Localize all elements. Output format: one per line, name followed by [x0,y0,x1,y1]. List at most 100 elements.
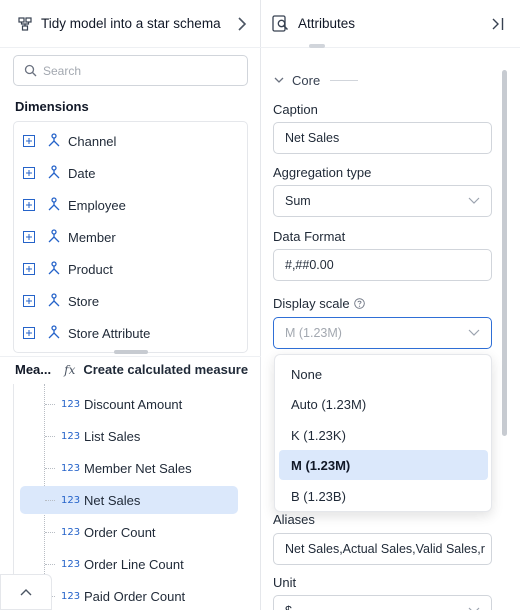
dimensions-label: Dimensions [15,99,89,114]
dimension-item-channel[interactable]: Channel [14,129,247,153]
dimension-hierarchy-icon [48,197,60,211]
expand-plus-icon[interactable] [23,135,35,147]
attributes-title: Attributes [298,16,356,31]
dimensions-list: Channel Date Employee Member Product Sto… [13,121,248,353]
aliases-label: Aliases [273,512,315,527]
measure-item[interactable]: 123 Paid Order Count [20,582,238,610]
dimension-hierarchy-icon [48,261,60,275]
expand-plus-icon[interactable] [23,231,35,243]
help-circle-icon[interactable] [353,298,365,309]
create-calculated-measure-button[interactable]: Create calculated measure [83,362,248,377]
caption-label: Caption [273,102,318,117]
expand-plus-icon[interactable] [23,167,35,179]
display-scale-select[interactable]: M (1.23M) [273,317,492,349]
dimension-item-product[interactable]: Product [14,257,247,281]
fx-icon[interactable]: fx [64,363,75,377]
chevron-down-icon [468,197,480,204]
dimension-hierarchy-icon [48,133,60,147]
numeric-type-badge: 123 [61,462,81,474]
numeric-type-badge: 123 [61,590,81,602]
chevron-up-icon [20,589,32,596]
dimension-label: Product [68,261,113,277]
dimension-hierarchy-icon [48,229,60,243]
measure-item[interactable]: 123 Order Line Count [20,550,238,578]
dimension-item-date[interactable]: Date [14,161,247,185]
search-box[interactable] [13,55,248,86]
dimension-label: Channel [68,133,117,149]
dimension-item-employee[interactable]: Employee [14,193,247,217]
dimension-label: Employee [68,197,126,213]
scroll-up-button[interactable] [0,574,52,610]
measure-item[interactable]: 123 Order Count [20,518,238,546]
dimension-hierarchy-icon [48,325,60,339]
display-scale-option-none[interactable]: None [279,359,488,389]
numeric-type-badge: 123 [61,398,81,410]
measure-label: Order Line Count [84,556,184,572]
aggregation-value: Sum [285,194,311,208]
display-scale-label-row: Display scale [273,296,365,311]
unit-label: Unit [273,575,297,590]
display-scale-option-k[interactable]: K (1.23K) [279,420,488,450]
search-icon [24,64,37,77]
display-scale-dropdown-menu: None Auto (1.23M) K (1.23K) M (1.23M) B … [274,354,492,512]
numeric-type-badge: 123 [61,526,81,538]
display-scale-label: Display scale [273,296,350,311]
display-scale-option-m[interactable]: M (1.23M) [279,450,488,480]
measure-label: Paid Order Count [84,588,186,604]
measure-label: Discount Amount [84,396,183,412]
model-header[interactable]: Tidy model into a star schema [0,0,261,48]
attributes-panel: Attributes Core Caption Net Sales Aggreg… [261,0,520,610]
measure-label: Member Net Sales [84,460,192,476]
measure-label: Order Count [84,524,156,540]
model-explorer-panel: Tidy model into a star schema Dimensions… [0,0,261,610]
dimension-label: Member [68,229,116,245]
measures-label: Mea... [15,362,52,377]
vertical-scrollbar[interactable] [502,70,507,436]
dimension-label: Store [68,293,100,309]
expand-plus-icon[interactable] [23,199,35,211]
measure-label: Net Sales [84,492,141,508]
dimension-label: Date [68,165,96,181]
aliases-value: Net Sales,Actual Sales,Valid Sales,r [285,542,485,556]
panel-resize-handle[interactable] [114,350,148,354]
attributes-icon [272,15,289,32]
unit-value: $ [285,604,292,610]
expand-plus-icon[interactable] [23,263,35,275]
expand-plus-icon[interactable] [23,327,35,339]
measure-item[interactable]: 123 List Sales [20,422,238,450]
data-format-label: Data Format [273,229,346,244]
measure-item[interactable]: 123 Member Net Sales [20,454,238,482]
measure-item[interactable]: 123 Discount Amount [20,390,238,418]
caption-value: Net Sales [285,131,340,145]
measure-label: List Sales [84,428,141,444]
chevron-down-icon [468,329,480,336]
collapse-panel-icon[interactable] [492,17,504,31]
chevron-down-icon [274,77,284,83]
expand-plus-icon[interactable] [23,295,35,307]
measure-item-selected[interactable]: 123 Net Sales [20,486,238,514]
aggregation-type-select[interactable]: Sum [273,185,492,217]
numeric-type-badge: 123 [61,558,81,570]
dimension-hierarchy-icon [48,293,60,307]
dimension-item-member[interactable]: Member [14,225,247,249]
unit-select[interactable]: $ [273,595,492,610]
core-section-label: Core [292,73,321,88]
display-scale-option-b[interactable]: B (1.23B) [279,481,488,511]
core-section-header[interactable]: Core [274,73,359,88]
caption-field[interactable]: Net Sales [273,122,492,154]
dimension-label: Store Attribute [68,325,151,341]
chevron-right-icon[interactable] [235,16,249,32]
dimension-item-store[interactable]: Store [14,289,247,313]
model-icon [18,16,32,31]
dimension-item-store-attribute[interactable]: Store Attribute [14,321,247,345]
measures-header: Mea... fx Create calculated measure [0,356,261,382]
dimension-hierarchy-icon [48,165,60,179]
search-input[interactable] [43,63,233,78]
aliases-field[interactable]: Net Sales,Actual Sales,Valid Sales,r [273,533,492,565]
data-format-field[interactable]: #,##0.00 [273,249,492,281]
numeric-type-badge: 123 [61,494,81,506]
model-title: Tidy model into a star schema [41,16,221,31]
display-scale-option-auto[interactable]: Auto (1.23M) [279,389,488,419]
collapsed-section-peek [309,44,325,48]
display-scale-value: M (1.23M) [285,326,342,340]
